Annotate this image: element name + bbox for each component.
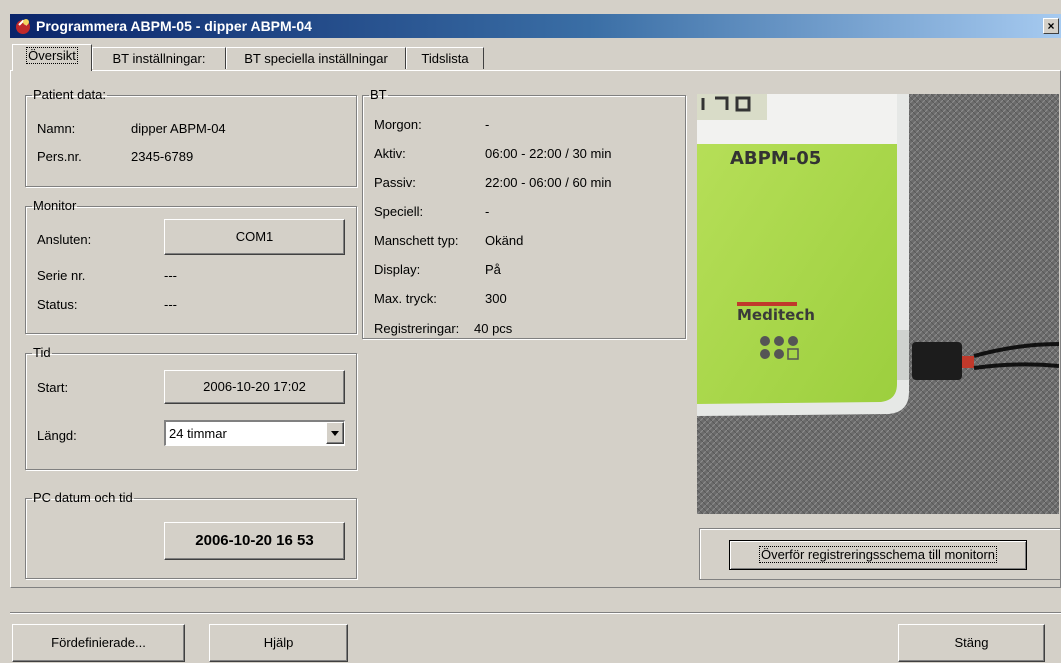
name-label: Namn: bbox=[37, 121, 76, 136]
persnr-value: 2345-6789 bbox=[131, 149, 194, 164]
status-label: Status: bbox=[37, 297, 78, 312]
bt-row-label: Speciell: bbox=[374, 204, 424, 219]
length-select-value: 24 timmar bbox=[169, 426, 227, 441]
help-button[interactable]: Hjälp bbox=[209, 624, 348, 662]
close-button[interactable]: Stäng bbox=[898, 624, 1045, 662]
connected-label: Ansluten: bbox=[37, 232, 92, 247]
start-label: Start: bbox=[37, 380, 69, 395]
serial-label: Serie nr. bbox=[37, 268, 86, 283]
bt-row-label: Manschett typ: bbox=[374, 233, 459, 248]
persnr-label: Pers.nr. bbox=[37, 149, 82, 164]
tab-label: Översikt bbox=[26, 47, 78, 64]
length-label: Längd: bbox=[37, 428, 77, 443]
predefined-button[interactable]: Fördefinierade... bbox=[12, 624, 185, 662]
transfer-label: Överför registreringsschema till monitor… bbox=[758, 546, 998, 563]
group-legend: BT bbox=[370, 87, 387, 102]
group-legend: Patient data: bbox=[33, 87, 106, 102]
transfer-schedule-button[interactable]: Överför registreringsschema till monitor… bbox=[729, 540, 1027, 570]
bt-row-value: På bbox=[485, 262, 501, 277]
bt-row-value: 40 pcs bbox=[474, 321, 513, 336]
patient-data-group: Patient data: bbox=[25, 88, 357, 187]
window-title: Programmera ABPM-05 - dipper ABPM-04 bbox=[36, 18, 312, 34]
group-legend: Monitor bbox=[33, 198, 77, 213]
device-model-label: ABPM-05 bbox=[730, 148, 822, 169]
tab-tidslista[interactable]: Tidslista bbox=[406, 47, 484, 69]
window-close-button[interactable]: × bbox=[1043, 18, 1059, 34]
status-value: --- bbox=[164, 297, 177, 312]
tab-bt-speciella[interactable]: BT speciella inställningar bbox=[226, 47, 406, 69]
device-photo: ABPM-05 Meditech bbox=[697, 94, 1059, 514]
bt-row-label: Max. tryck: bbox=[374, 291, 437, 306]
group-legend: PC datum och tid bbox=[33, 490, 133, 505]
bt-row-value: - bbox=[485, 117, 490, 132]
tid-group: Tid bbox=[25, 346, 357, 470]
bt-row-value: 300 bbox=[485, 291, 507, 306]
length-select[interactable]: 24 timmar bbox=[164, 420, 345, 446]
device-brand-label: Meditech bbox=[737, 306, 815, 324]
bt-row-value: Okänd bbox=[485, 233, 524, 248]
group-legend: Tid bbox=[33, 345, 51, 360]
pc-datetime-display: 2006-10-20 16 53 bbox=[164, 522, 345, 560]
bt-row-label: Morgon: bbox=[374, 117, 422, 132]
bt-row-label: Display: bbox=[374, 262, 421, 277]
footer-separator-highlight bbox=[10, 613, 1061, 614]
tab-bt-installningar[interactable]: BT inställningar: bbox=[92, 47, 226, 69]
chevron-down-icon[interactable] bbox=[326, 422, 344, 444]
app-icon bbox=[16, 19, 30, 34]
serial-value: --- bbox=[164, 268, 177, 283]
bt-row-value: - bbox=[485, 204, 490, 219]
bt-row-value: 06:00 - 22:00 / 30 min bbox=[485, 146, 612, 161]
start-time-button[interactable]: 2006-10-20 17:02 bbox=[164, 370, 345, 404]
com-port-button[interactable]: COM1 bbox=[164, 219, 345, 255]
bt-row-label: Registreringar: bbox=[374, 321, 460, 336]
name-value: dipper ABPM-04 bbox=[131, 121, 226, 136]
tab-oversikt[interactable]: Översikt bbox=[12, 44, 92, 71]
title-bar: Programmera ABPM-05 - dipper ABPM-04 × bbox=[10, 14, 1061, 38]
bt-row-label: Passiv: bbox=[374, 175, 416, 190]
bt-row-value: 22:00 - 06:00 / 60 min bbox=[485, 175, 612, 190]
bt-row-label: Aktiv: bbox=[374, 146, 406, 161]
